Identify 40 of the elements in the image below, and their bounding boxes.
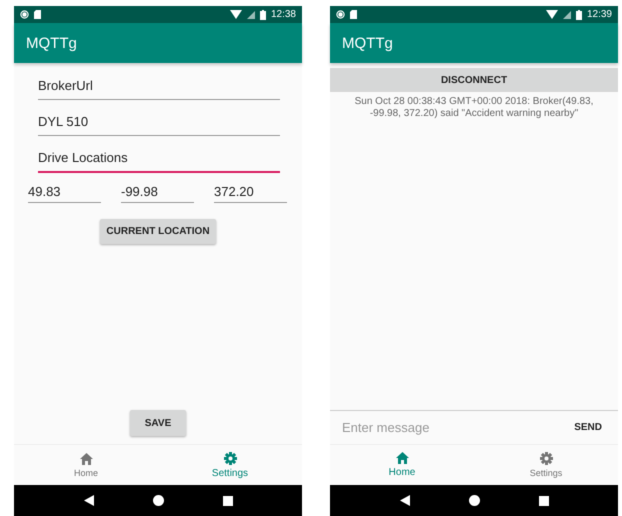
- wifi-icon: [546, 10, 558, 19]
- settings-icon: [540, 452, 552, 465]
- battery-icon: [260, 10, 266, 20]
- home-circle-icon[interactable]: [468, 495, 480, 506]
- circle-icon: [336, 10, 345, 19]
- nav-tab[interactable]: Home: [330, 445, 474, 485]
- text-field[interactable]: Drive Locations: [38, 143, 280, 173]
- settings-icon: [224, 452, 236, 464]
- back-icon[interactable]: [84, 495, 94, 506]
- recents-square-icon[interactable]: [538, 496, 548, 506]
- coordinate-field[interactable]: 49.83: [28, 180, 101, 203]
- home-icon: [80, 452, 92, 464]
- coordinate-field[interactable]: -99.98: [121, 180, 194, 203]
- home-circle-icon[interactable]: [152, 495, 164, 506]
- message-field[interactable]: Enter message: [340, 419, 568, 436]
- nav-tab[interactable]: Settings: [158, 445, 302, 485]
- circle-icon: [20, 10, 29, 19]
- message-text: Sun Oct 28 00:38:43 GMT+00:00 2018: Broker(49.83, -99.98, 372.20) said "Accident warning nearby": [354, 96, 594, 120]
- nav-tab[interactable]: Home: [14, 445, 158, 485]
- save-button[interactable]: SAVE: [130, 410, 186, 436]
- text-field[interactable]: BrokerUrl: [38, 71, 280, 100]
- wifi-icon: [230, 10, 242, 19]
- app-title: MQTTg: [342, 34, 393, 52]
- signal-icon: [246, 10, 255, 18]
- recents-square-icon[interactable]: [222, 496, 232, 506]
- back-icon[interactable]: [400, 495, 410, 506]
- sd-card-icon: [350, 10, 357, 19]
- home-icon: [396, 452, 408, 464]
- signal-icon: [562, 10, 571, 18]
- battery-icon: [576, 10, 582, 20]
- send-button[interactable]: SEND: [568, 421, 608, 434]
- nav-tab[interactable]: Settings: [474, 445, 618, 485]
- current-location-button[interactable]: CURRENT LOCATION: [100, 219, 216, 244]
- disconnect-button[interactable]: DISCONNECT: [330, 68, 618, 92]
- coordinate-field[interactable]: 372.20: [214, 180, 287, 203]
- status-time: 12:38: [270, 9, 296, 20]
- app-title: MQTTg: [26, 34, 77, 52]
- sd-card-icon: [34, 10, 41, 19]
- text-field[interactable]: DYL 510: [38, 107, 280, 136]
- status-time: 12:39: [586, 9, 612, 20]
